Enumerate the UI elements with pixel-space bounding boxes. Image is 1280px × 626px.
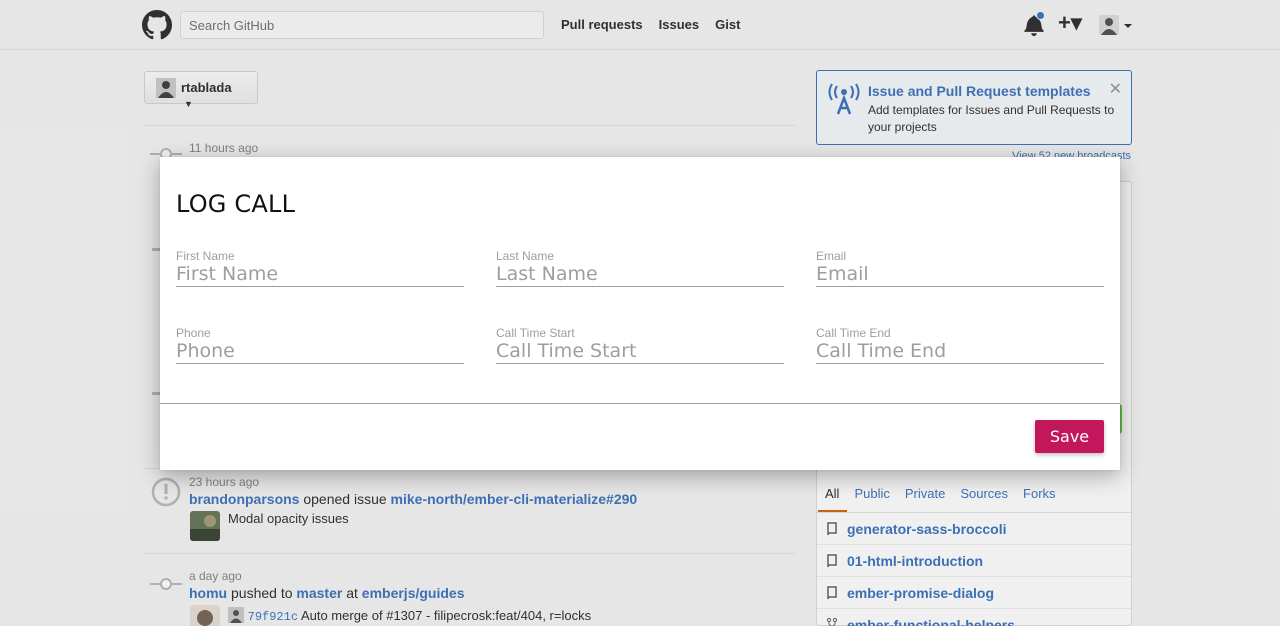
- phone-field: Phone: [176, 326, 464, 386]
- call-time-start-field: Call Time Start: [496, 326, 784, 386]
- call-time-end-input[interactable]: [816, 338, 1104, 364]
- phone-input[interactable]: [176, 338, 464, 364]
- dialog-title: LOG CALL: [176, 190, 296, 218]
- first-name-field: First Name: [176, 249, 464, 309]
- dialog-footer-divider: [160, 403, 1120, 404]
- first-name-input[interactable]: [176, 261, 464, 287]
- email-field: Email: [816, 249, 1104, 309]
- last-name-field: Last Name: [496, 249, 784, 309]
- log-call-dialog: LOG CALL First Name Last Name Email Phon…: [160, 157, 1120, 470]
- last-name-input[interactable]: [496, 261, 784, 287]
- save-button[interactable]: Save: [1035, 420, 1104, 453]
- email-input[interactable]: [816, 261, 1104, 287]
- call-time-start-input[interactable]: [496, 338, 784, 364]
- call-time-end-field: Call Time End: [816, 326, 1104, 386]
